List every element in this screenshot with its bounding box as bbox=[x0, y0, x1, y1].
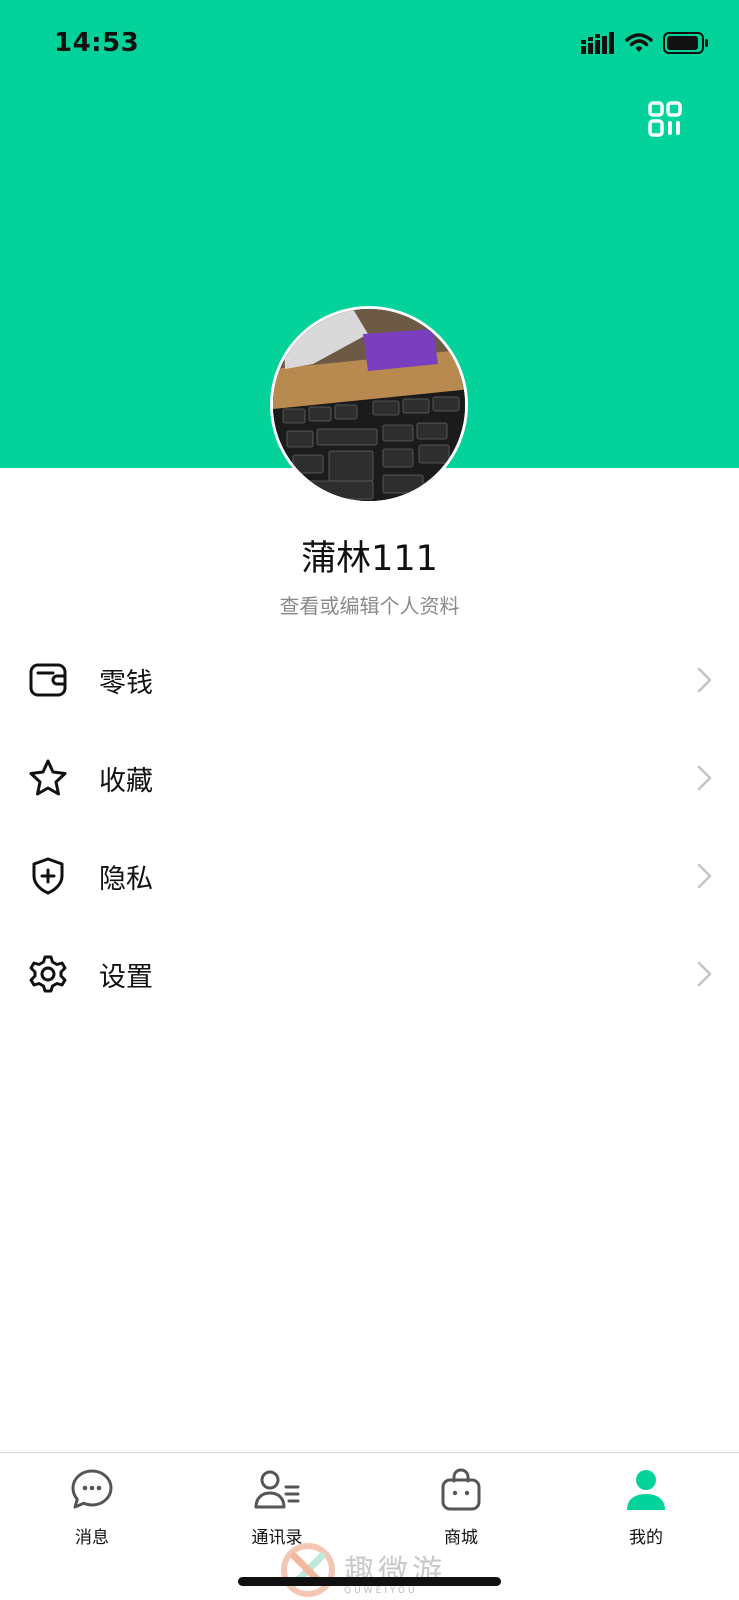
person-icon bbox=[621, 1465, 671, 1515]
shield-icon bbox=[28, 856, 68, 896]
profile-name: 蒲林111 bbox=[301, 539, 438, 579]
tab-label: 我的 bbox=[629, 1528, 663, 1548]
battery-icon bbox=[663, 32, 709, 58]
cellular-signal-icon bbox=[581, 32, 615, 58]
menu-item-label: 零钱 bbox=[99, 668, 153, 699]
tab-label: 消息 bbox=[75, 1528, 109, 1548]
wifi-icon bbox=[625, 32, 653, 58]
chevron-right-icon bbox=[694, 960, 714, 988]
edit-profile-link[interactable]: 查看或编辑个人资料 bbox=[0, 590, 739, 619]
watermark-logo-icon bbox=[280, 1542, 336, 1600]
menu-item-label: 收藏 bbox=[99, 766, 153, 797]
gear-icon bbox=[28, 954, 68, 994]
contacts-icon bbox=[252, 1465, 302, 1515]
watermark-subtext: QUWEIYOU bbox=[344, 1586, 418, 1596]
star-icon bbox=[28, 758, 68, 798]
chevron-right-icon bbox=[694, 764, 714, 792]
menu-item-label: 设置 bbox=[99, 962, 153, 993]
chevron-right-icon bbox=[694, 862, 714, 890]
tab-messages[interactable]: 消息 bbox=[27, 1453, 157, 1563]
avatar-photo bbox=[273, 309, 465, 501]
shopping-bag-icon bbox=[436, 1465, 486, 1515]
status-bar: 14:53 bbox=[0, 0, 739, 88]
tab-me[interactable]: 我的 bbox=[581, 1453, 711, 1563]
wallet-icon bbox=[28, 660, 68, 700]
menu-item-wallet[interactable]: 零钱 bbox=[0, 630, 739, 728]
home-indicator bbox=[238, 1577, 501, 1586]
chat-bubble-icon bbox=[67, 1465, 117, 1515]
settings-menu: 零钱 收藏 隐私 设置 bbox=[0, 630, 739, 1022]
menu-item-favorites[interactable]: 收藏 bbox=[0, 728, 739, 826]
qr-code-icon bbox=[648, 101, 682, 141]
status-icons bbox=[581, 32, 709, 58]
chevron-right-icon bbox=[694, 666, 714, 694]
menu-item-privacy[interactable]: 隐私 bbox=[0, 826, 739, 924]
menu-item-label: 隐私 bbox=[99, 864, 153, 895]
avatar[interactable] bbox=[270, 306, 468, 504]
qr-code-button[interactable] bbox=[640, 100, 690, 142]
watermark: 趣微游 QUWEIYOU bbox=[274, 1540, 474, 1598]
status-time: 14:53 bbox=[54, 28, 140, 58]
menu-item-settings[interactable]: 设置 bbox=[0, 924, 739, 1022]
